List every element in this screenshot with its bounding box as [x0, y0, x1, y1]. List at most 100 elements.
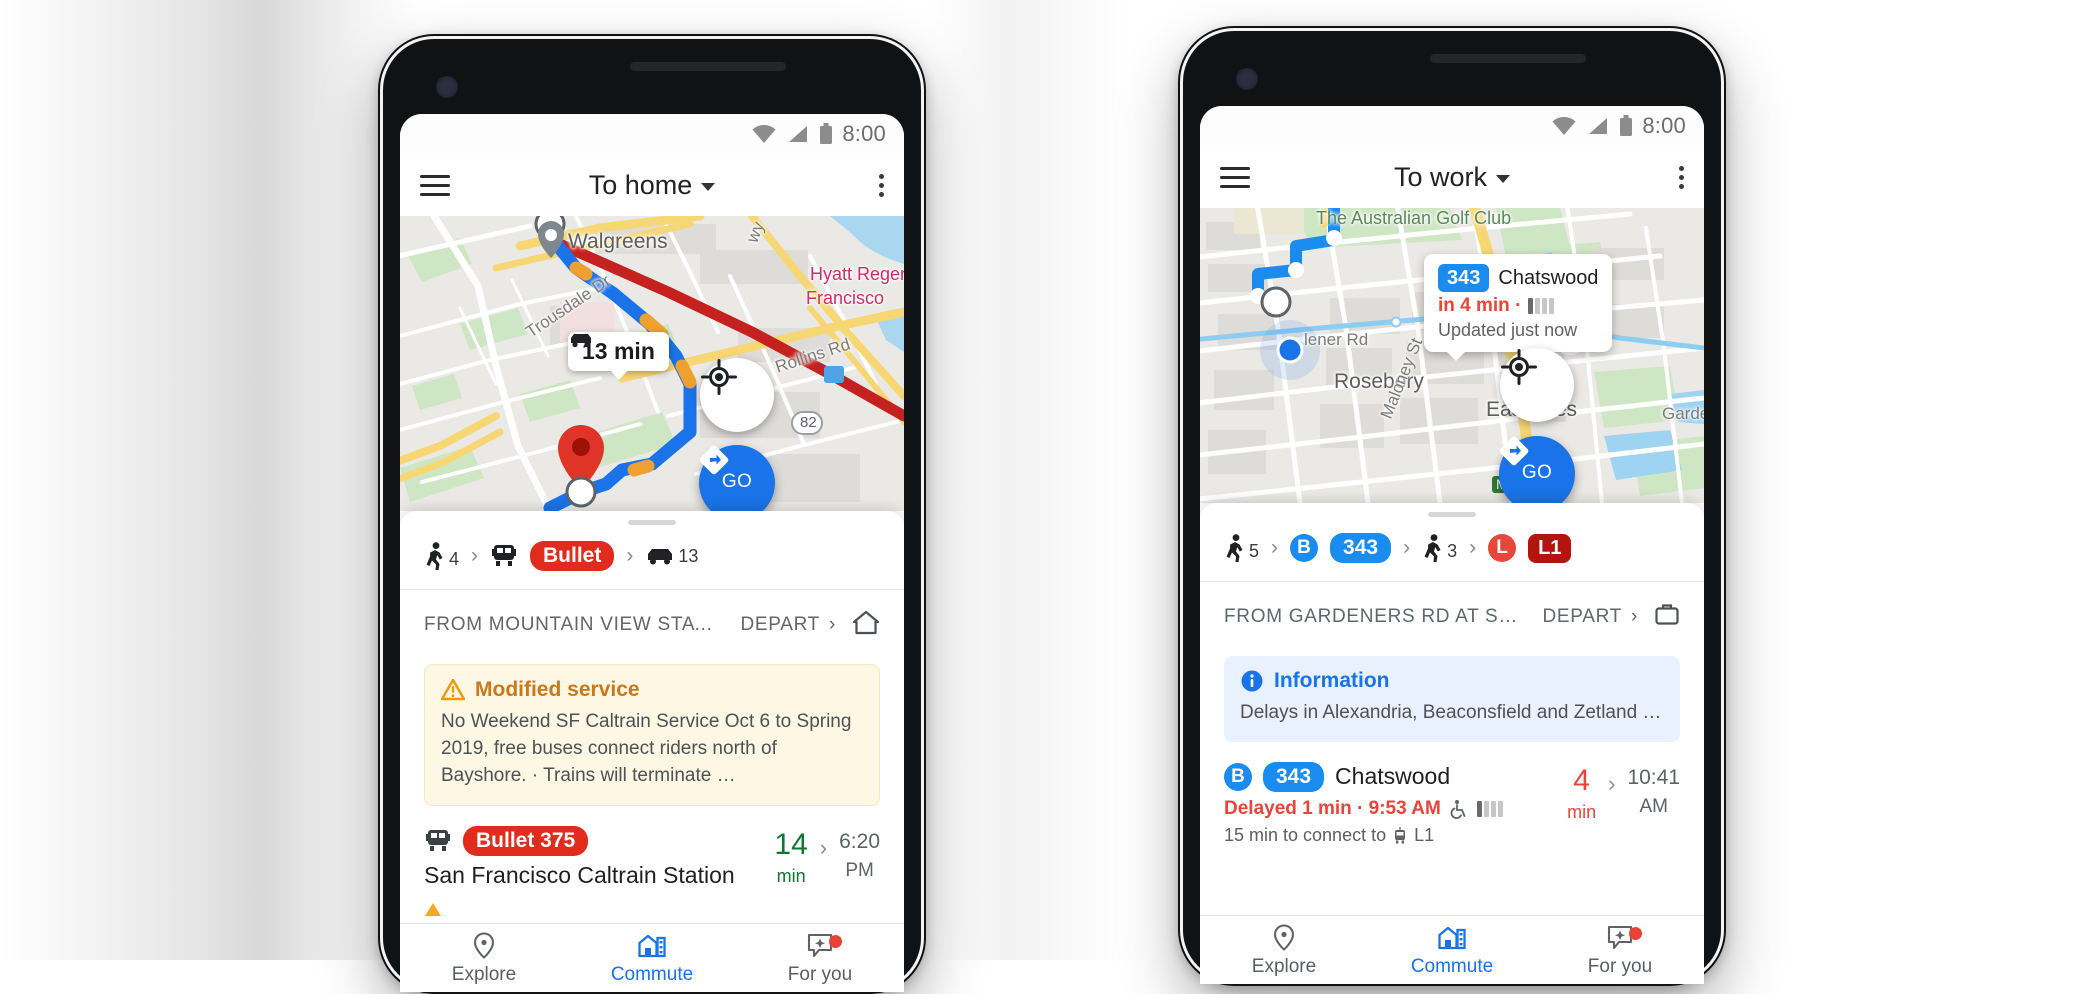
departure-line-badge: Bullet 375: [463, 825, 589, 856]
train-icon: [426, 829, 450, 851]
home-icon[interactable]: [852, 609, 880, 641]
app-bar-title-group[interactable]: To work: [1200, 162, 1704, 193]
departure-meridiem: PM: [845, 859, 874, 881]
nav-item-commute[interactable]: Commute: [568, 924, 736, 992]
nav-item-for-you[interactable]: For you: [736, 924, 904, 992]
go-button[interactable]: GO: [1499, 436, 1575, 503]
chip-line-343: 343: [1330, 533, 1392, 563]
departure-status: Delayed 1 min · 9:53 AM: [1224, 798, 1553, 820]
info-circle-icon: [1241, 670, 1263, 692]
departure-clock: 6:20 PM: [839, 830, 880, 882]
wifi-icon: [1552, 117, 1576, 135]
nav-label-commute: Commute: [1410, 955, 1494, 977]
map-label-hyatt-regency: Hyatt Regency: [810, 264, 904, 284]
route-sheet: 4 › Bullet › 13 FROM MOUNTAIN VIEW STATI…: [400, 511, 904, 992]
kebab-icon[interactable]: [1679, 165, 1684, 189]
status-bar-clock: 8:00: [1642, 113, 1686, 138]
nav-label-for-you: For you: [1587, 955, 1653, 977]
phone-screen: 8:00 To work The Australian Golf Club Ro…: [1200, 106, 1704, 984]
departure-row[interactable]: B 343 Chatswood Delayed 1 min · 9:53 AM: [1200, 742, 1704, 854]
map-canvas[interactable]: The Australian Golf Club Rosebery Eastla…: [1200, 208, 1704, 503]
my-location-icon: [1501, 349, 1537, 385]
warning-triangle-icon: [441, 679, 465, 701]
nav-item-for-you[interactable]: For you: [1536, 916, 1704, 984]
chip-separator-2: ›: [626, 544, 634, 567]
briefcase-icon[interactable]: [1654, 601, 1680, 633]
departure-row[interactable]: Bullet 375 San Francisco Caltrain Statio…: [400, 806, 904, 897]
map-label-gardeners-rd: lener Rd: [1304, 330, 1369, 349]
chip-walk-1: 5: [1224, 534, 1259, 562]
app-bar-title-group[interactable]: To home: [400, 170, 904, 201]
nav-item-explore[interactable]: Explore: [400, 924, 568, 992]
navigation-arrow-icon: [699, 445, 729, 475]
origin-row[interactable]: FROM GARDENERS RD AT SUTHERLAN… DEPART ›: [1200, 582, 1704, 652]
nav-item-commute[interactable]: Commute: [1368, 916, 1536, 984]
depart-toggle[interactable]: DEPART ›: [740, 614, 836, 636]
service-alert-card[interactable]: Modified service No Weekend SF Caltrain …: [424, 664, 880, 806]
origin-label: FROM MOUNTAIN VIEW STATION - CAL…: [424, 614, 724, 635]
connection-line: L1: [1414, 824, 1435, 845]
nav-label-commute: Commute: [610, 963, 694, 985]
depart-chevron: ›: [1630, 606, 1638, 627]
explore-pin-icon: [473, 931, 495, 959]
depart-toggle[interactable]: DEPART ›: [1542, 606, 1638, 628]
go-button[interactable]: GO: [699, 445, 775, 511]
front-camera: [1236, 68, 1258, 90]
walk-icon: [1424, 534, 1441, 562]
departure-eta-value: 14: [774, 827, 808, 861]
for-you-badge-dot: [1628, 927, 1642, 940]
chip-walk-minutes-1: 5: [1249, 541, 1260, 561]
route-summary-chips[interactable]: 4 › Bullet › 13: [400, 525, 904, 589]
departure-meridiem: AM: [1639, 795, 1668, 817]
departure-line-row: Bullet 375: [424, 825, 760, 856]
status-bar: 8:00: [1200, 106, 1704, 146]
status-bar: 8:00: [400, 114, 904, 154]
map-label-francisco: Francisco: [806, 288, 885, 308]
walk-icon: [1226, 534, 1243, 562]
origin-label: FROM GARDENERS RD AT SUTHERLAN…: [1224, 606, 1526, 627]
departure-time: 6:20: [839, 829, 880, 853]
phone-screen: 8:00 To home Walgreens Trousdale Dr Roll…: [400, 114, 904, 992]
departure-chevron: ›: [1608, 770, 1616, 796]
departure-eta-unit: min: [1567, 801, 1597, 822]
commute-building-icon: [638, 934, 666, 957]
callout-eta-row: in 4 min ·: [1438, 295, 1598, 317]
bus-arrival-callout[interactable]: 343 Chatswood in 4 min · Updated just no…: [1424, 254, 1613, 362]
sheet-scroll-spacer: [400, 897, 904, 923]
kebab-icon[interactable]: [879, 173, 884, 197]
background-gradient-left: [0, 0, 420, 960]
departure-eta: 4 min: [1567, 765, 1597, 823]
route-summary-chips[interactable]: 5 › B 343 › 3 › L L1: [1200, 517, 1704, 581]
hamburger-icon[interactable]: [1220, 166, 1250, 188]
service-alert-card[interactable]: Information Delays in Alexandria, Beacon…: [1224, 656, 1680, 742]
battery-icon: [1620, 115, 1633, 136]
earpiece-speaker: [1430, 54, 1586, 63]
drive-time-callout[interactable]: 13 min: [568, 332, 669, 380]
nav-item-explore[interactable]: Explore: [1200, 916, 1368, 984]
departure-eta-unit: min: [776, 865, 806, 886]
departure-status-text: Delayed 1 min · 9:53 AM: [1224, 797, 1441, 819]
earpiece-speaker: [630, 62, 786, 71]
nav-label-explore: Explore: [451, 963, 517, 985]
caret-down-icon: [1496, 175, 1511, 183]
callout-destination: Chatswood: [1498, 266, 1599, 289]
my-location-button[interactable]: [700, 358, 774, 432]
callout-updated: Updated just now: [1438, 320, 1578, 341]
map-canvas[interactable]: Walgreens Trousdale Dr Rollins Rd Hyatt …: [400, 216, 904, 511]
chip-walk-2: 3: [1422, 534, 1457, 562]
alert-header: Information: [1240, 669, 1664, 693]
departure-mode-circle: B: [1224, 762, 1252, 791]
my-location-button[interactable]: [1500, 348, 1574, 422]
departure-eta: 14 min: [774, 827, 808, 887]
departure-clock: 10:41 AM: [1627, 766, 1680, 818]
chip-walk-minutes: 4: [449, 549, 460, 569]
departure-info: Bullet 375 San Francisco Caltrain Statio…: [424, 825, 760, 889]
wheelchair-icon: [1450, 799, 1466, 819]
departure-destination: San Francisco Caltrain Station: [424, 861, 735, 888]
departure-info: B 343 Chatswood Delayed 1 min · 9:53 AM: [1224, 761, 1553, 846]
hamburger-icon[interactable]: [420, 174, 450, 196]
origin-row[interactable]: FROM MOUNTAIN VIEW STATION - CAL… DEPART…: [400, 590, 904, 660]
depart-chevron: ›: [828, 614, 836, 635]
alert-body: Delays in Alexandria, Beaconsfield and Z…: [1240, 702, 1664, 723]
app-bar: To home: [400, 154, 904, 216]
